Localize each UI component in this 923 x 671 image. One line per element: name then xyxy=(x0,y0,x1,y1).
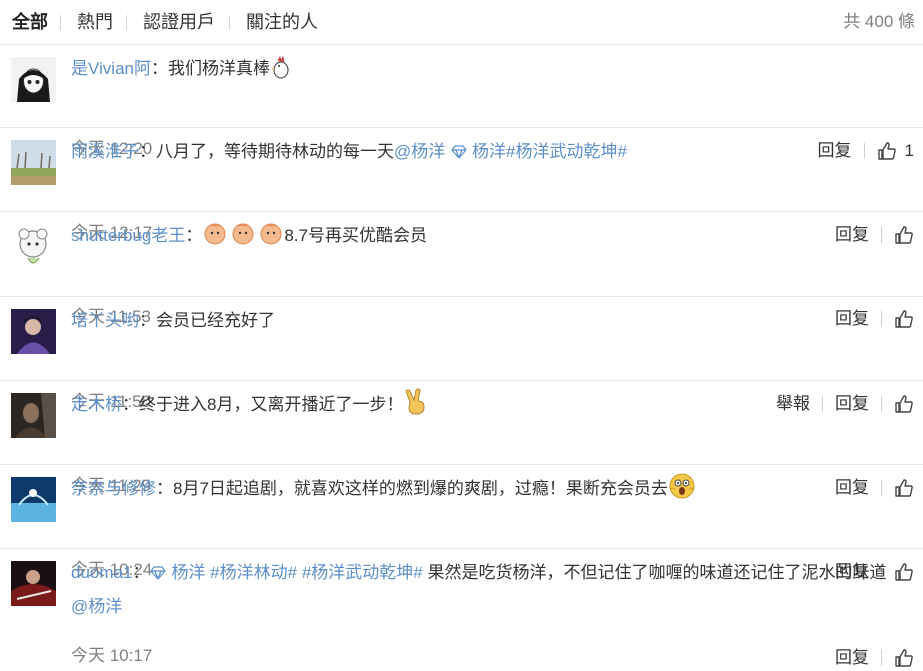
victory-hand-emoji-icon xyxy=(403,388,429,428)
mention-link[interactable]: @杨洋 xyxy=(394,142,445,161)
comment-text: 8月7日起追剧，就喜欢这样的燃到爆的爽剧，过瘾！果断充会员去 xyxy=(173,479,668,498)
hashtag-link[interactable]: #杨洋林动# xyxy=(210,563,297,582)
avatar[interactable] xyxy=(11,309,56,354)
comment-username[interactable]: 培丫头哟 xyxy=(71,311,139,330)
comment-item: 是Vivian阿：我们杨洋真棒 今天 12:20 回复 1 xyxy=(0,45,923,160)
tab-hot[interactable]: 熱門 xyxy=(77,10,113,34)
topic-name: 杨洋 xyxy=(472,142,506,161)
rooster-emoji-icon xyxy=(270,55,292,92)
comment-item: 雨溪淮子：八月了，等待期待林动的每一天@杨洋 杨洋#杨洋武动乾坤# 今天 12:… xyxy=(0,128,923,244)
thumbs-up-icon xyxy=(895,649,913,667)
mention-link[interactable]: @杨洋 xyxy=(71,597,122,616)
avatar[interactable] xyxy=(11,477,56,522)
comment-item: 走木桥：终于进入8月，又离开播近了一步！ 今天 11:29 回复 xyxy=(0,381,923,497)
comment-username[interactable]: 雨溪淮子 xyxy=(71,142,139,161)
topic-link[interactable]: 杨洋 xyxy=(450,142,506,161)
topic-name: 杨洋 xyxy=(171,563,206,582)
tab-divider xyxy=(60,15,61,30)
avatar[interactable] xyxy=(11,561,56,606)
tab-divider xyxy=(126,15,127,30)
like-button[interactable] xyxy=(894,648,914,668)
tab-verified-users[interactable]: 認證用戶 xyxy=(143,10,215,34)
tab-divider xyxy=(229,15,230,30)
comment-text: 会员已经充好了 xyxy=(156,311,275,330)
comment-text: 八月了，等待期待林动的每一天 xyxy=(156,142,394,161)
diamond-icon xyxy=(150,566,167,580)
hashtag-link[interactable]: #杨洋武动乾坤# xyxy=(506,142,627,161)
comment-username[interactable]: duoma1 xyxy=(71,563,132,582)
comment-body: 培丫头哟：会员已经充好了 xyxy=(71,311,275,330)
topic-link[interactable]: 杨洋 xyxy=(149,563,205,582)
diamond-icon xyxy=(451,145,467,159)
comment-actions: 回复 xyxy=(835,645,914,671)
avatar[interactable] xyxy=(11,224,56,269)
comment-text: 8.7号再买优酷会员 xyxy=(284,226,427,245)
avatar[interactable] xyxy=(11,140,56,185)
comment-body: duoma1： 杨洋 #杨洋林动# #杨洋武动乾坤# 果然是吃货杨洋，不但记住了咖… xyxy=(71,563,887,616)
comment-item: shutterbug老王： 8.7号再买优酷会员 今天 11:53 回复 xyxy=(0,212,923,328)
reply-button[interactable]: 回复 xyxy=(835,647,869,669)
comment-body: 奈奈与修修：8月7日起追剧，就喜欢这样的燃到爆的爽剧，过瘾！果断充会员去 xyxy=(71,472,903,512)
comment-body: 走木桥：终于进入8月，又离开播近了一步！ xyxy=(71,388,903,428)
comment-username[interactable]: 走木桥 xyxy=(71,395,122,414)
comment-body: shutterbug老王： 8.7号再买优酷会员 xyxy=(71,219,903,259)
tab-all[interactable]: 全部 xyxy=(12,10,48,34)
comment-body: 雨溪淮子：八月了，等待期待林动的每一天@杨洋 杨洋#杨洋武动乾坤# xyxy=(71,142,627,161)
comment-username[interactable]: 是Vivian阿 xyxy=(71,59,151,78)
avatar[interactable] xyxy=(11,393,56,438)
comment-username[interactable]: shutterbug老王 xyxy=(71,226,185,245)
total-comment-count: 共 400 條 xyxy=(843,12,915,31)
comment-text: 果然是吃货杨洋，不但记住了咖喱的味道还记住了泥水的味道 xyxy=(427,563,887,582)
comment-body: 是Vivian阿：我们杨洋真棒 xyxy=(71,52,903,92)
action-divider xyxy=(881,650,882,666)
comment-username[interactable]: 奈奈与修修 xyxy=(71,479,156,498)
comment-text: 我们杨洋真棒 xyxy=(168,59,270,78)
avatar[interactable] xyxy=(11,57,56,102)
baby-emoji-icon xyxy=(202,221,284,259)
comment-time: 今天 10:17 xyxy=(71,646,153,665)
filter-tabs: 全部 熱門 認證用戶 關注的人 共 400 條 xyxy=(0,0,923,45)
comment-item: 奈奈与修修：8月7日起追剧，就喜欢这样的燃到爆的爽剧，过瘾！果断充会员去 今天 … xyxy=(0,465,923,581)
comment-item: duoma1： 杨洋 #杨洋林动# #杨洋武动乾坤# 果然是吃货杨洋，不但记住了咖… xyxy=(0,549,923,667)
tab-following[interactable]: 關注的人 xyxy=(246,10,318,34)
comment-text: 终于进入8月，又离开播近了一步！ xyxy=(139,395,404,414)
hashtag-link[interactable]: #杨洋武动乾坤# xyxy=(302,563,423,582)
scared-face-emoji-icon xyxy=(668,472,696,512)
comment-item: 培丫头哟：会员已经充好了 今天 11:50 舉報 回复 xyxy=(0,297,923,413)
